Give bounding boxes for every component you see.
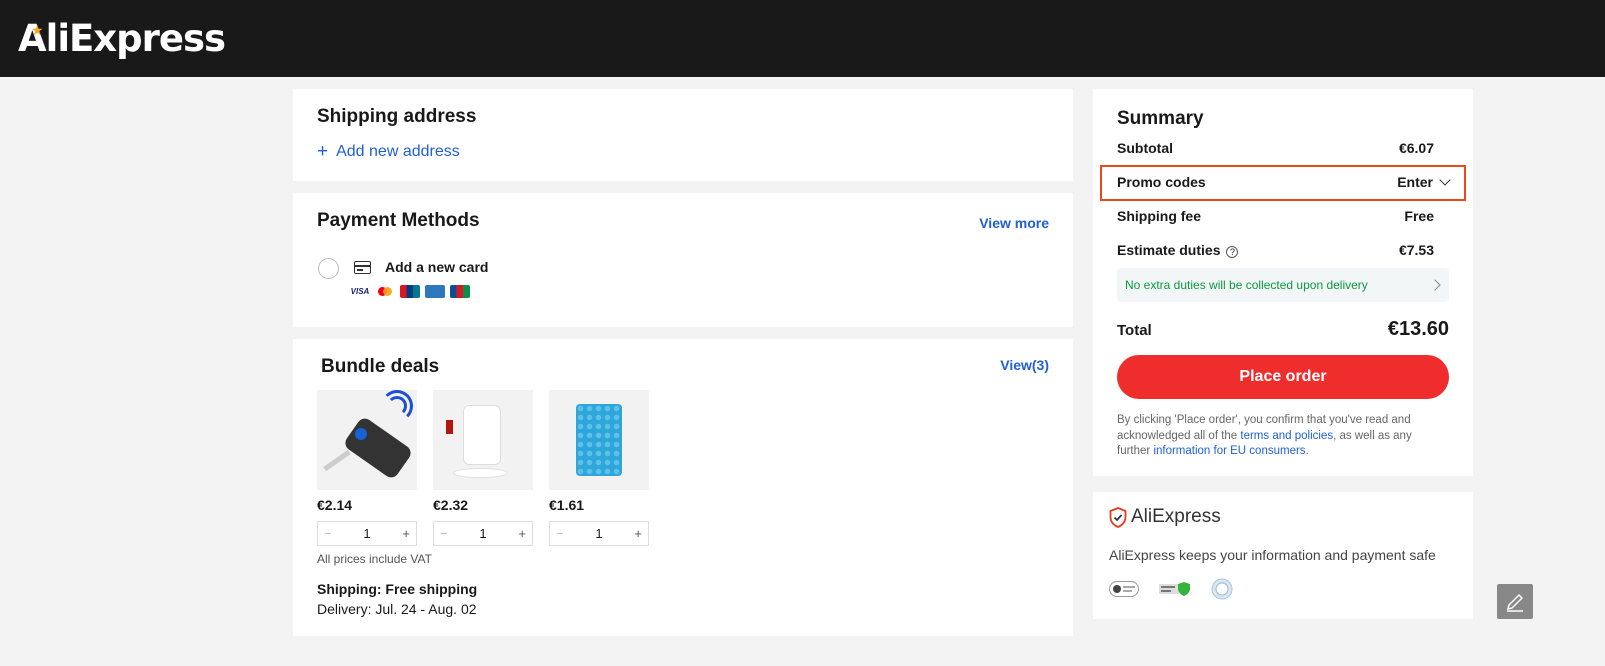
promo-codes-label: Promo codes [1117,174,1206,190]
terms-policies-link[interactable]: terms and policies [1240,430,1333,442]
total-row: Total €13.60 [1117,318,1449,341]
bluetooth-receiver-image[interactable] [317,390,417,490]
add-card-radio[interactable] [318,258,339,279]
duties-info-banner[interactable]: No extra duties will be collected upon d… [1117,268,1449,302]
shipping-fee-row: Shipping fee Free [1117,208,1434,224]
suction-mat-image[interactable] [549,390,649,490]
secure-cert-icon [1159,582,1190,596]
product-price: €2.32 [433,497,469,513]
estimate-duties-value: €7.53 [1398,242,1434,258]
add-address-label: Add new address [336,142,460,160]
vat-note: All prices include VAT [317,552,432,566]
shipping-address-title: Shipping address [317,106,477,127]
shipping-line: Shipping: Free shipping [317,581,478,597]
quantity-value[interactable]: 1 [363,526,370,541]
safety-text: AliExpress keeps your information and pa… [1109,547,1436,563]
decrease-qty-button[interactable]: − [324,526,332,541]
shield-check-icon [1109,506,1127,528]
shipping-fee-value: Free [1404,208,1434,224]
credit-card-icon [354,261,371,274]
decrease-qty-button[interactable]: − [556,526,564,541]
shipping-address-card: Shipping address + Add new address [293,89,1073,181]
card-brands: VISA [350,285,470,298]
product-price: €1.61 [549,497,585,513]
quantity-value[interactable]: 1 [479,526,486,541]
estimate-duties-label: Estimate duties? [1117,242,1239,258]
promo-enter-button[interactable]: Enter [1397,174,1451,190]
edit-pencil-icon [1506,593,1524,612]
quantity-stepper: − 1 + [317,521,417,546]
delivery-line: Delivery: Jul. 24 - Aug. 02 [317,601,477,617]
order-summary-card: Summary Subtotal €6.07 Promo codes Enter… [1093,89,1473,476]
bundle-product: €2.32 − 1 + [433,390,533,546]
add-new-card-label[interactable]: Add a new card [385,259,488,275]
promo-codes-row[interactable]: Promo codes Enter [1117,174,1451,190]
payment-safety-card: AliExpress AliExpress keeps your informa… [1093,492,1473,619]
eu-consumers-link[interactable]: information for EU consumers [1153,445,1305,457]
view-more-link[interactable]: View more [979,215,1049,231]
legal-notice: By clicking 'Place order', you confirm t… [1117,414,1412,457]
subtotal-row: Subtotal €6.07 [1117,140,1434,156]
add-new-address-link[interactable]: + Add new address [317,142,460,161]
logo-star-icon: ★ [31,23,44,39]
chevron-down-icon [1439,174,1451,186]
privacy-cert-icon [1211,578,1233,600]
aliexpress-safety-logo: AliExpress [1109,506,1221,528]
feedback-button[interactable] [1497,584,1533,619]
safety-brand-label: AliExpress [1131,506,1221,527]
quantity-stepper: − 1 + [433,521,533,546]
subtotal-value: €6.07 [1398,140,1434,156]
quantity-stepper: − 1 + [549,521,649,546]
chevron-right-icon [1429,279,1441,291]
place-order-button[interactable]: Place order [1117,355,1449,399]
unionpay-icon [400,285,420,298]
pci-cert-icon [1109,581,1139,597]
view-bundle-link[interactable]: View(3) [1000,357,1049,373]
security-certifications [1109,578,1233,600]
bundle-deals-title: Bundle deals [321,356,440,377]
jcb-icon [450,285,470,298]
product-price: €2.14 [317,497,353,513]
aliexpress-logo[interactable]: AliExpress ★ [18,17,226,60]
shipping-fee-label: Shipping fee [1117,208,1201,224]
payment-methods-title: Payment Methods [317,210,480,231]
bundle-product: €2.14 − 1 + [317,390,417,546]
phone-holder-image[interactable] [433,390,533,490]
decrease-qty-button[interactable]: − [440,526,448,541]
amex-icon [425,285,445,298]
bundle-deals-card: Bundle deals View(3) €2.14 − 1 + €2.32 −… [293,339,1073,636]
duties-note-text: No extra duties will be collected upon d… [1125,278,1368,292]
bundle-product: €1.61 − 1 + [549,390,649,546]
quantity-value[interactable]: 1 [595,526,602,541]
promo-enter-label: Enter [1397,174,1433,190]
summary-title: Summary [1117,108,1204,129]
estimate-duties-row: Estimate duties? €7.53 [1117,242,1434,258]
mastercard-icon [375,285,395,298]
increase-qty-button[interactable]: + [518,526,526,541]
top-bar: AliExpress ★ [0,0,1605,77]
increase-qty-button[interactable]: + [634,526,642,541]
total-label: Total [1117,322,1152,339]
increase-qty-button[interactable]: + [402,526,410,541]
subtotal-label: Subtotal [1117,140,1173,156]
visa-icon: VISA [350,285,370,298]
plus-icon: + [317,141,329,162]
payment-methods-card: Payment Methods View more Add a new card… [293,193,1073,327]
total-value: €13.60 [1387,318,1449,340]
help-icon[interactable]: ? [1226,246,1239,258]
